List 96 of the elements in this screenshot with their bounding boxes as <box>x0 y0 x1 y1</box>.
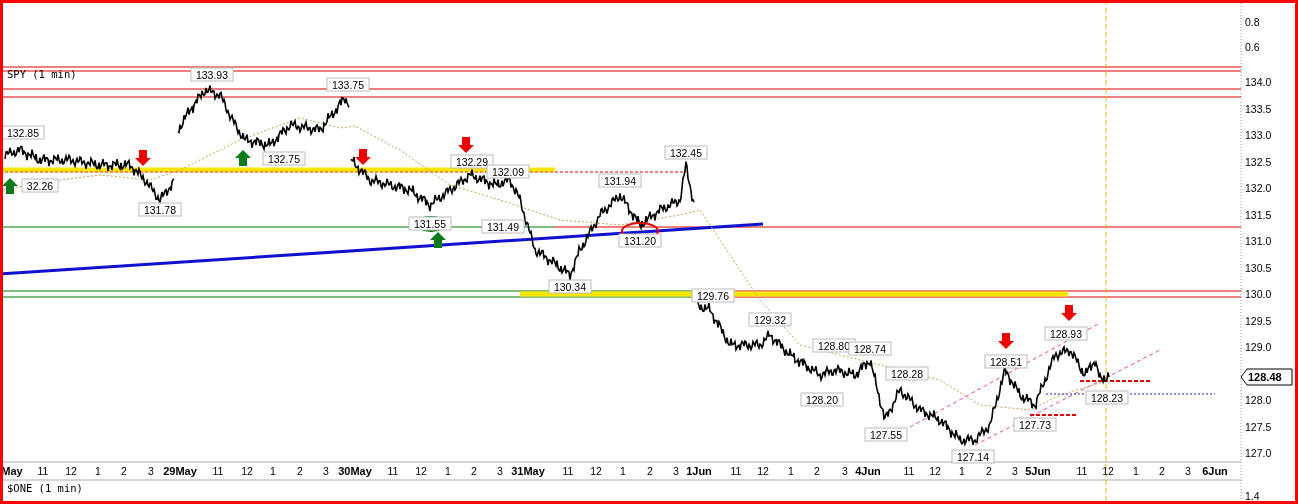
axis-tick-label: 12 <box>929 465 941 477</box>
axis-tick-label: 1 <box>620 465 626 477</box>
axis-tick-label: 2 <box>121 465 127 477</box>
price-label: 128.51 <box>984 354 1028 369</box>
axis-tick-label: 1Jun <box>686 465 712 477</box>
down-arrow-icon <box>458 137 474 153</box>
price-label: 127.14 <box>951 449 995 464</box>
axis-tick-label: 134.0 <box>1245 76 1272 88</box>
axis-tick-label: 11 <box>37 465 49 477</box>
price-label: 131.49 <box>481 219 525 234</box>
price-label: 132.75 <box>262 151 306 166</box>
price-label: 128.20 <box>800 392 844 407</box>
axis-tick-label: 1.4 <box>1245 490 1260 501</box>
axis-tick-label: 3 <box>497 465 503 477</box>
axis-tick-label: 2 <box>986 465 992 477</box>
axis-tick-label: 4Jun <box>855 465 881 477</box>
axis-tick-label: 12 <box>241 465 253 477</box>
axis-tick-label: 127.5 <box>1245 420 1272 433</box>
axis-tick-label: 12 <box>65 465 77 477</box>
up-arrow-icon <box>430 232 446 248</box>
axis-tick-label: 11 <box>903 465 915 477</box>
down-arrow-icon <box>1061 305 1077 321</box>
axis-tick-label: 12 <box>590 465 602 477</box>
price-label: 132.45 <box>664 145 708 160</box>
axis-tick-label: 1 <box>270 465 276 477</box>
axis-tick-label: 3 <box>1012 465 1018 477</box>
axis-tick-label: 11 <box>1076 465 1088 477</box>
axis-tick-label: 133.5 <box>1245 102 1272 115</box>
axis-tick-label: 132.5 <box>1245 155 1272 168</box>
axis-tick-label: 129.0 <box>1245 341 1272 353</box>
axis-tick-label: 11 <box>387 465 399 477</box>
axis-tick-label: 2 <box>471 465 477 477</box>
chart-title: SPY (1 min) <box>7 68 77 80</box>
axis-tick-label: 128.0 <box>1245 394 1272 406</box>
axis-tick-label: 3 <box>842 465 848 477</box>
price-label: 129.76 <box>691 288 735 303</box>
price-label: 131.94 <box>598 173 642 188</box>
price-label: 131.55 <box>408 216 452 231</box>
price-label: 128.28 <box>885 366 929 381</box>
axis-tick-label: 5Jun <box>1025 465 1051 477</box>
axis-tick-label: 3 <box>148 465 154 477</box>
axis-tick-label: 29May <box>163 465 197 477</box>
price-label: 131.78 <box>138 202 182 217</box>
chart-title: $ONE (1 min) <box>7 482 83 494</box>
price-label: 128.74 <box>848 341 892 356</box>
down-arrow-icon <box>355 149 371 165</box>
axis-tick-label: 12 <box>1102 465 1114 477</box>
axis-tick-label: 127.0 <box>1245 447 1272 459</box>
axis-tick-label: 0.6 <box>1245 41 1260 53</box>
down-arrow-icon <box>998 333 1014 349</box>
axis-tick-label: 133.0 <box>1245 129 1272 141</box>
axis-tick-label: 1 <box>1133 465 1139 477</box>
price-label: 133.93 <box>190 67 234 82</box>
up-arrow-icon <box>235 150 251 166</box>
axis-tick-label: 6Jun <box>1202 465 1228 477</box>
axis-tick-label: 12 <box>415 465 427 477</box>
price-label: 129.32 <box>748 312 792 327</box>
axis-tick-label: 2 <box>647 465 653 477</box>
price-label: 132.29 <box>450 154 494 169</box>
support-line <box>1029 414 1078 416</box>
price-label: 130.34 <box>548 279 592 294</box>
price-label: 127.55 <box>864 427 908 442</box>
axis-tick-label: 130.5 <box>1245 261 1272 274</box>
price-label: 131.20 <box>618 233 662 248</box>
axis-tick-label: 2 <box>1159 465 1165 477</box>
price-label: 133.75 <box>326 77 370 92</box>
price-label: 132.09 <box>486 164 530 179</box>
price-label: 132.85 <box>3 125 45 140</box>
axis-tick-label: 0.8 <box>1245 16 1260 28</box>
axis-tick-label: 129.5 <box>1245 314 1272 327</box>
axis-tick-label: 130.0 <box>1245 288 1272 300</box>
down-arrow-icon <box>135 150 151 166</box>
axis-tick-label: 2 <box>814 465 820 477</box>
axis-tick-label: 131.5 <box>1245 208 1272 221</box>
axis-tick-label: 3 <box>323 465 329 477</box>
axis-tick-label: 1 <box>445 465 451 477</box>
axis-tick-label: 2 <box>297 465 303 477</box>
up-arrow-icon <box>3 178 18 194</box>
price-label: 127.73 <box>1013 417 1057 432</box>
axis-tick-label: 1 <box>95 465 101 477</box>
last-price-badge: 128.48 <box>1240 368 1293 386</box>
axis-tick-label: 1 <box>959 465 965 477</box>
axis-tick-label: 11 <box>562 465 574 477</box>
axis-tick-label: 11 <box>730 465 742 477</box>
axis-tick-label: 30May <box>338 465 372 477</box>
axis-tick-label: 31May <box>511 465 545 477</box>
axis-tick-label: 3 <box>673 465 679 477</box>
axis-tick-label: 11 <box>212 465 224 477</box>
axis-tick-label: 131.0 <box>1245 235 1272 247</box>
price-label: 32.26 <box>21 178 59 193</box>
price-label: 128.23 <box>1085 390 1129 405</box>
price-label: 128.93 <box>1044 326 1088 341</box>
axis-tick-label: 1 <box>788 465 794 477</box>
axis-tick-label: 12 <box>757 465 769 477</box>
axis-tick-label: 3 <box>1185 465 1191 477</box>
axis-tick-label: 132.0 <box>1245 182 1272 194</box>
